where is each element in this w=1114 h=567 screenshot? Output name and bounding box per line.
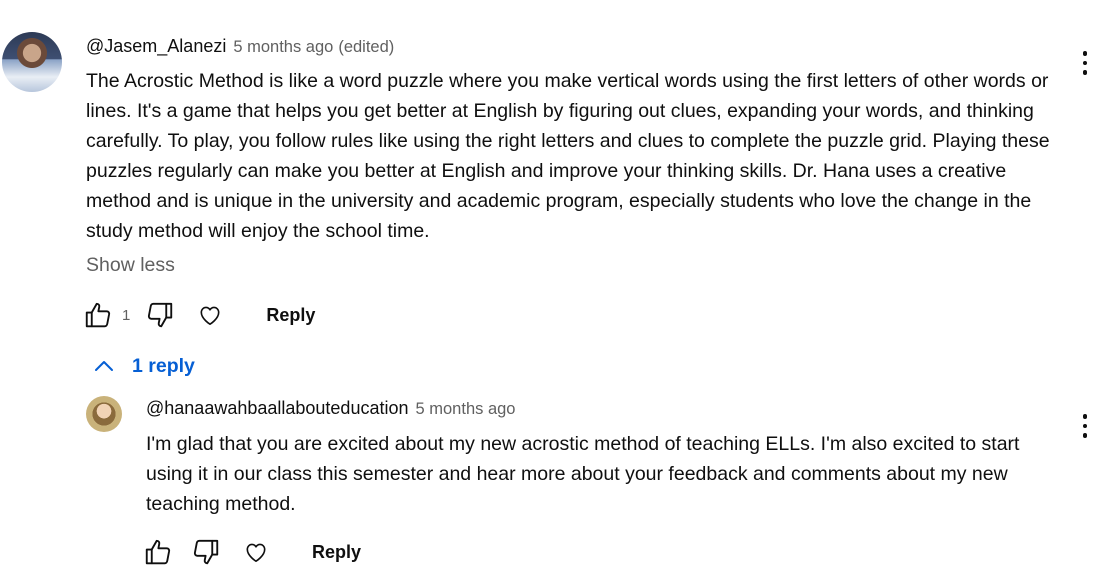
reply-header: @hanaawahbaallabouteducation 5 months ag… [146, 398, 515, 419]
comment-text: The Acrostic Method is like a word puzzl… [86, 70, 1050, 242]
thumbs-down-icon [148, 302, 173, 328]
show-less-button[interactable]: Show less [86, 254, 175, 277]
more-vertical-icon[interactable] [1073, 47, 1097, 79]
comment-actions: 1 Reply [82, 299, 315, 331]
reply-avatar[interactable] [86, 396, 122, 432]
chevron-up-icon [95, 361, 113, 371]
like-count: 1 [122, 306, 131, 324]
replies-count-label: 1 reply [132, 354, 195, 377]
reply-text: I'm glad that you are excited about my n… [146, 433, 1020, 515]
thumbs-up-icon [85, 302, 111, 328]
reply-dislike-button[interactable] [190, 536, 222, 567]
comment-edited-label: (edited) [338, 38, 395, 56]
reply-like-button[interactable] [142, 536, 174, 567]
reply-button[interactable]: Reply [266, 305, 315, 326]
avatar[interactable] [2, 32, 62, 92]
heart-icon [200, 306, 220, 326]
replies-toggle-button[interactable]: 1 reply [92, 354, 195, 378]
thumbs-down-icon [193, 539, 219, 565]
comments-section: @Jasem_Alanezi 5 months ago (edited) The… [0, 0, 1114, 567]
more-vertical-icon[interactable] [1073, 410, 1097, 442]
heart-icon [246, 543, 266, 563]
reply-heart-button[interactable] [240, 536, 272, 567]
reply-timestamp[interactable]: 5 months ago [416, 400, 516, 419]
comment-timestamp[interactable]: 5 months ago [233, 38, 333, 57]
heart-button[interactable] [194, 299, 226, 331]
like-button[interactable] [82, 299, 114, 331]
reply-author[interactable]: @hanaawahbaallabouteducation [146, 398, 409, 419]
reply-reply-button[interactable]: Reply [312, 542, 361, 563]
comment-author[interactable]: @Jasem_Alanezi [86, 36, 226, 57]
comment-header: @Jasem_Alanezi 5 months ago (edited) [86, 36, 394, 58]
dislike-button[interactable] [144, 299, 176, 331]
thumbs-up-icon [145, 539, 171, 565]
reply-actions: Reply [142, 536, 361, 567]
